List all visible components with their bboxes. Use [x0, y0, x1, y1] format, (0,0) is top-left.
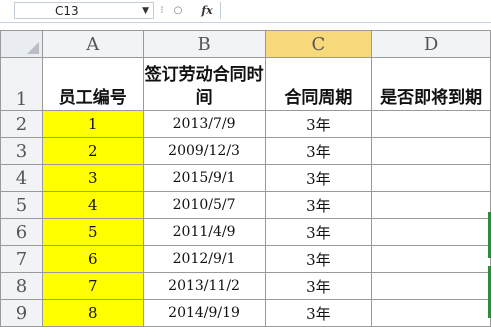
formula-input[interactable] — [220, 2, 491, 19]
circle-icon: ○ — [173, 5, 183, 16]
cell-c1[interactable]: 合同周期 — [264, 57, 373, 111]
cell-contract-date[interactable]: 2015/9/1 — [142, 164, 266, 192]
cell-contract-date[interactable]: 2009/12/3 — [142, 137, 266, 165]
table-row: 5 4 2010/5/7 3年 — [0, 191, 491, 219]
row-header[interactable]: 5 — [0, 191, 43, 219]
row-header[interactable]: 6 — [0, 218, 43, 246]
cell-expiring[interactable] — [371, 110, 491, 138]
cell-contract-period[interactable]: 3年 — [264, 110, 373, 138]
cell-employee-id[interactable]: 3 — [41, 164, 144, 192]
cell-contract-date[interactable]: 2014/9/19 — [142, 299, 266, 327]
table-row: 3 2 2009/12/3 3年 — [0, 137, 491, 165]
cell-employee-id[interactable]: 5 — [41, 218, 144, 246]
cell-employee-id[interactable]: 4 — [41, 191, 144, 219]
column-header-a[interactable]: A — [41, 30, 144, 58]
chevron-down-icon[interactable]: ▼ — [142, 3, 149, 20]
table-row: 7 6 2012/9/1 3年 — [0, 245, 491, 273]
column-header-d[interactable]: D — [371, 30, 491, 58]
row-header[interactable]: 2 — [0, 110, 43, 138]
cell-d1[interactable]: 是否即将到期 — [371, 57, 491, 111]
cell-expiring[interactable] — [371, 245, 491, 273]
table-row: 1 员工编号 签订劳动合同时间 合同周期 是否即将到期 — [0, 57, 491, 111]
cell-a1[interactable]: 员工编号 — [41, 57, 144, 111]
cell-employee-id[interactable]: 8 — [41, 299, 144, 327]
cell-b1[interactable]: 签订劳动合同时间 — [142, 57, 266, 111]
formula-bar: C13 ▼ ⁝ ○ fx — [0, 0, 491, 23]
name-box-value: C13 — [55, 4, 79, 18]
column-header-b[interactable]: B — [142, 30, 266, 58]
cell-contract-period[interactable]: 3年 — [264, 245, 373, 273]
cell-contract-date[interactable]: 2013/11/2 — [142, 272, 266, 300]
column-header-c[interactable]: C — [264, 30, 373, 58]
row-header[interactable]: 3 — [0, 137, 43, 165]
cell-expiring[interactable] — [371, 218, 491, 246]
cell-contract-period[interactable]: 3年 — [264, 164, 373, 192]
cell-expiring[interactable] — [371, 164, 491, 192]
cell-expiring[interactable] — [371, 299, 491, 327]
cell-contract-date[interactable]: 2010/5/7 — [142, 191, 266, 219]
cell-expiring[interactable] — [371, 191, 491, 219]
cell-contract-period[interactable]: 3年 — [264, 218, 373, 246]
cell-employee-id[interactable]: 7 — [41, 272, 144, 300]
cell-contract-date[interactable]: 2012/9/1 — [142, 245, 266, 273]
cell-employee-id[interactable]: 2 — [41, 137, 144, 165]
cell-contract-period[interactable]: 3年 — [264, 191, 373, 219]
select-all-triangle-icon — [26, 42, 39, 54]
table-row: 2 1 2013/7/9 3年 — [0, 110, 491, 138]
name-box[interactable]: C13 ▼ — [14, 2, 154, 19]
table-row: 9 8 2014/9/19 3年 — [0, 299, 491, 327]
insert-function-button[interactable]: fx — [198, 3, 216, 18]
select-all-corner[interactable] — [0, 30, 43, 58]
cell-contract-date[interactable]: 2013/7/9 — [142, 110, 266, 138]
cell-contract-period[interactable]: 3年 — [264, 137, 373, 165]
table-row: 6 5 2011/4/9 3年 — [0, 218, 491, 246]
table-row: 8 7 2013/11/2 3年 — [0, 272, 491, 300]
cell-employee-id[interactable]: 6 — [41, 245, 144, 273]
row-header[interactable]: 1 — [0, 57, 43, 111]
cell-employee-id[interactable]: 1 — [41, 110, 144, 138]
row-header[interactable]: 9 — [0, 299, 43, 327]
table-row: 4 3 2015/9/1 3年 — [0, 164, 491, 192]
row-header[interactable]: 8 — [0, 272, 43, 300]
cell-expiring[interactable] — [371, 272, 491, 300]
cell-expiring[interactable] — [371, 137, 491, 165]
cell-contract-period[interactable]: 3年 — [264, 272, 373, 300]
row-header[interactable]: 7 — [0, 245, 43, 273]
spreadsheet-grid: A B C D 1 员工编号 签订劳动合同时间 合同周期 是否即将到期 2 1 … — [0, 30, 491, 327]
cell-contract-date[interactable]: 2011/4/9 — [142, 218, 266, 246]
row-header[interactable]: 4 — [0, 164, 43, 192]
cell-contract-period[interactable]: 3年 — [264, 299, 373, 327]
